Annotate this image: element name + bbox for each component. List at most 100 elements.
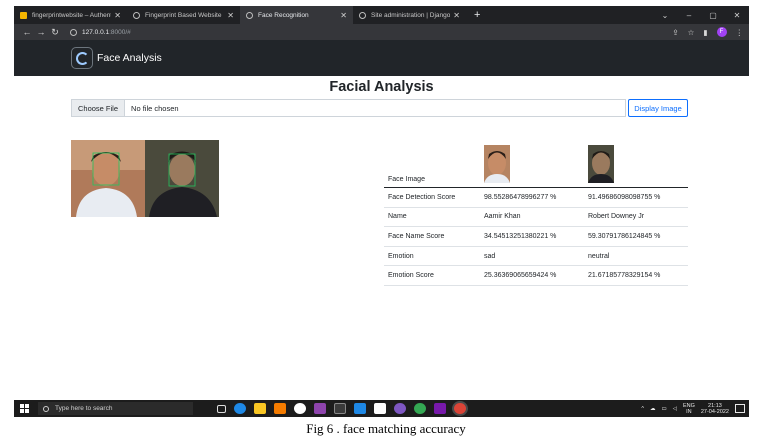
- chevron-up-icon[interactable]: ^: [641, 406, 644, 412]
- row-value: 59.30791786124845 %: [588, 232, 661, 240]
- face-thumbnail: [588, 145, 614, 183]
- tab-title: Fingerprint Based Website: [145, 11, 222, 19]
- browser-tab-2[interactable]: Fingerprint Based Website ✕: [127, 6, 240, 24]
- close-window-icon[interactable]: ✕: [725, 11, 749, 20]
- row-value: sad: [484, 252, 496, 260]
- face-thumbnail: [484, 145, 510, 183]
- choose-file-button[interactable]: Choose File: [72, 100, 126, 116]
- star-icon[interactable]: ☆: [688, 28, 695, 37]
- notification-icon[interactable]: [735, 404, 745, 413]
- system-tray: ^ ☁ ▭ ◁ ENG IN 21:13 27-04-2022: [641, 403, 749, 415]
- tab-title: Site administration | Django site: [371, 11, 451, 19]
- close-icon[interactable]: ✕: [453, 11, 460, 20]
- table-row: Name Aamir Khan Robert Downey Jr: [384, 207, 688, 227]
- row-value: neutral: [588, 252, 610, 260]
- face-thumb-cell: [584, 140, 688, 188]
- row-label: Name: [388, 213, 407, 221]
- volume-icon[interactable]: ◁: [673, 406, 677, 412]
- profile-avatar[interactable]: F: [716, 27, 727, 37]
- new-tab-button[interactable]: +: [466, 6, 488, 24]
- notion-icon[interactable]: [374, 403, 386, 414]
- language-indicator[interactable]: ENG IN: [683, 403, 695, 415]
- os-taskbar: Type here to search ^ ☁ ▭ ◁ ENG IN 21:13…: [14, 400, 749, 417]
- sublime-icon[interactable]: [274, 403, 286, 414]
- edge-icon[interactable]: [234, 403, 246, 414]
- app-icon[interactable]: [394, 403, 406, 414]
- browser-tab-4[interactable]: Site administration | Django site ✕: [353, 6, 466, 24]
- browser-tab-1[interactable]: fingerprintwebsite – Authenticati ✕: [14, 6, 127, 24]
- media-icon[interactable]: [294, 403, 306, 414]
- sidepanel-icon[interactable]: ▮: [703, 28, 707, 37]
- row-value: 21.67185778329154 %: [588, 272, 661, 280]
- brand-logo-icon[interactable]: [71, 47, 93, 69]
- site-info-icon[interactable]: [70, 28, 77, 36]
- globe-icon: [133, 11, 140, 19]
- row-value: Aamir Khan: [484, 213, 521, 221]
- globe-icon: [359, 11, 366, 19]
- taskbar-search-input[interactable]: Type here to search: [38, 402, 193, 415]
- row-label: Emotion: [388, 252, 414, 260]
- forward-arrow-icon[interactable]: →: [34, 27, 48, 37]
- page-title: Facial Analysis: [329, 79, 434, 95]
- back-arrow-icon[interactable]: ←: [20, 27, 34, 37]
- uploaded-image: [71, 140, 219, 217]
- region-code: IN: [686, 408, 692, 415]
- address-bar: ← → ↻ 127.0.0.1:8000/# ⇪ ☆ ▮ F ⋮: [14, 24, 749, 40]
- table-row: Face Name Score 34.54513251380221 % 59.3…: [384, 227, 688, 247]
- row-value: 98.55286478996277 %: [484, 193, 557, 201]
- row-value: 34.54513251380221 %: [484, 232, 557, 240]
- tab-title: fingerprintwebsite – Authenticati: [32, 11, 111, 19]
- close-icon[interactable]: ✕: [114, 11, 121, 20]
- row-value: 25.36369065659424 %: [484, 272, 557, 280]
- app-navbar: Face Analysis: [14, 40, 749, 76]
- taskbar-search-placeholder: Type here to search: [55, 405, 113, 412]
- url-path: :8000/#: [109, 28, 131, 36]
- row-value: 91.49686098098755 %: [588, 193, 661, 201]
- browser-tab-3[interactable]: Face Recognition ✕: [240, 6, 353, 24]
- folder-icon: [20, 11, 27, 19]
- file-input[interactable]: Choose File No file chosen: [71, 99, 626, 117]
- row-value: Robert Downey Jr: [588, 213, 645, 221]
- results-header-row: Face Image: [384, 140, 688, 188]
- visual-studio-icon[interactable]: [314, 403, 326, 414]
- battery-icon[interactable]: ▭: [662, 406, 667, 412]
- browser-tab-strip: fingerprintwebsite – Authenticati ✕ Fing…: [14, 6, 749, 24]
- url-field[interactable]: 127.0.0.1:8000/#: [70, 28, 131, 36]
- share-icon[interactable]: ⇪: [672, 28, 678, 37]
- globe-icon: [246, 11, 253, 19]
- table-row: Emotion sad neutral: [384, 246, 688, 266]
- figure-caption: Fig 6 . face matching accuracy: [306, 421, 466, 436]
- terminal-icon[interactable]: [334, 403, 346, 414]
- chrome-active-icon[interactable]: [454, 403, 466, 414]
- table-row: Face Detection Score 98.55286478996277 %…: [384, 188, 688, 208]
- taskbar-apps: [217, 403, 466, 414]
- close-icon[interactable]: ✕: [340, 11, 347, 20]
- clock[interactable]: 21:13 27-04-2022: [701, 403, 729, 415]
- row-label: Emotion Score: [388, 272, 434, 280]
- chrome-icon[interactable]: [414, 403, 426, 414]
- vscode-icon[interactable]: [354, 403, 366, 414]
- maximize-icon[interactable]: ▢: [701, 11, 725, 20]
- search-icon: [43, 405, 49, 412]
- file-explorer-icon[interactable]: [254, 403, 266, 414]
- tab-title: Face Recognition: [258, 11, 309, 19]
- close-icon[interactable]: ✕: [227, 11, 234, 20]
- clock-date: 27-04-2022: [700, 408, 729, 415]
- onenote-icon[interactable]: [434, 403, 446, 414]
- brand-name[interactable]: Face Analysis: [97, 52, 162, 64]
- chevron-down-icon[interactable]: ⌄: [653, 11, 677, 20]
- reload-icon[interactable]: ↻: [48, 27, 62, 38]
- minimize-icon[interactable]: –: [677, 11, 701, 20]
- menu-kebab-icon[interactable]: ⋮: [736, 28, 744, 37]
- face-image-label: Face Image: [384, 140, 480, 188]
- row-label: Face Detection Score: [388, 193, 456, 201]
- table-row: Emotion Score 25.36369065659424 % 21.671…: [384, 266, 688, 286]
- address-bar-actions: ⇪ ☆ ▮ F ⋮: [672, 27, 743, 37]
- display-image-button[interactable]: Display Image: [628, 99, 688, 117]
- file-status: No file chosen: [131, 103, 179, 113]
- cloud-icon[interactable]: ☁: [650, 406, 656, 412]
- task-view-icon[interactable]: [217, 404, 226, 413]
- url-host: 127.0.0.1: [82, 28, 110, 36]
- windows-start-icon[interactable]: [20, 404, 29, 413]
- face-thumb-cell: [480, 140, 584, 188]
